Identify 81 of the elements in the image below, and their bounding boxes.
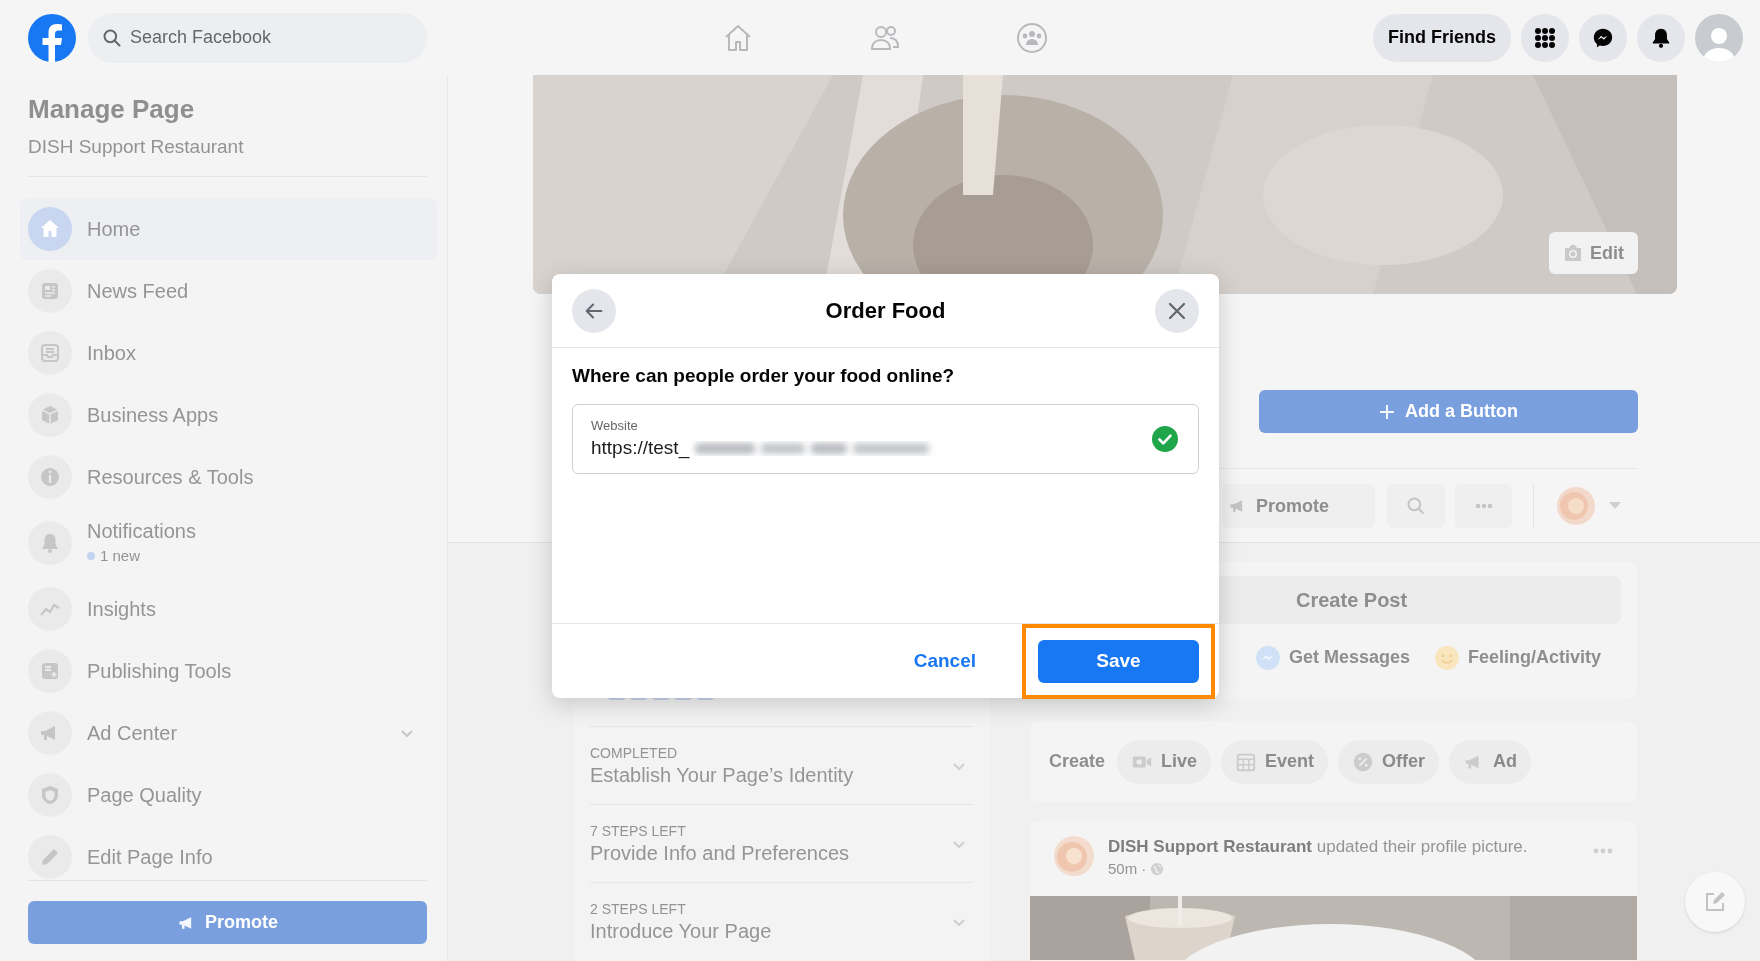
add-button[interactable]: Add a Button <box>1259 390 1638 433</box>
sidebar-item[interactable]: News Feed <box>20 260 437 322</box>
menu-button[interactable] <box>1521 13 1569 62</box>
plus-square-icon <box>28 649 72 693</box>
edit-cover-button[interactable]: Edit <box>1549 232 1638 274</box>
field-label: Website <box>591 418 639 434</box>
plus-icon <box>1379 403 1395 420</box>
promote-button[interactable]: Promote <box>1222 484 1375 528</box>
more-button[interactable] <box>1455 484 1512 528</box>
sidebar-item[interactable]: Resources & Tools <box>20 446 437 508</box>
close-icon <box>1167 300 1187 321</box>
search-field[interactable]: Search Facebook <box>88 12 427 63</box>
sidebar-item[interactable]: Publishing Tools <box>20 640 437 702</box>
sidebar-item[interactable]: Edit Page Info <box>20 826 437 880</box>
messenger-icon <box>1255 644 1281 671</box>
more-icon[interactable] <box>1593 848 1613 854</box>
megaphone-icon <box>28 711 72 755</box>
bell-icon <box>28 521 72 565</box>
promote-button[interactable]: Promote <box>28 901 427 944</box>
step-status: 2 STEPS LEFT <box>590 901 687 917</box>
more-icon <box>1474 503 1493 509</box>
percent-badge-icon <box>1352 750 1375 773</box>
post-time: 50m · <box>1108 859 1147 879</box>
create-option-button[interactable]: Event <box>1221 739 1329 784</box>
step-status: 7 STEPS LEFT <box>590 822 687 839</box>
sidebar-item[interactable]: Insights <box>20 578 437 640</box>
sidebar-item[interactable]: Notifications 1 new <box>20 508 437 578</box>
cancel-button[interactable]: Cancel <box>907 639 982 683</box>
cube-icon <box>28 393 72 437</box>
compose-button[interactable] <box>1685 872 1745 932</box>
step-title: Establish Your Page’s Identity <box>590 762 854 787</box>
newspaper-icon <box>28 269 72 313</box>
smiley-icon <box>1434 644 1461 671</box>
post-action-button[interactable]: Feeling/Activity <box>1434 644 1602 671</box>
sidebar-item[interactable]: Ad Center <box>20 702 437 764</box>
create-option-button[interactable]: Ad <box>1449 739 1532 784</box>
back-button[interactable] <box>572 288 616 333</box>
profile-button[interactable] <box>1695 13 1743 62</box>
step-title: Provide Info and Preferences <box>590 840 850 865</box>
home-icon <box>28 207 72 251</box>
grid-icon <box>1533 25 1557 50</box>
notification-count: 1 new <box>100 545 141 566</box>
bell-icon <box>1650 26 1672 49</box>
page-subtitle: DISH Support Restaurant <box>27 135 245 159</box>
logo-icon[interactable] <box>28 13 76 62</box>
messenger-button[interactable] <box>1579 13 1627 62</box>
create-label: Create <box>1049 750 1106 773</box>
camera-icon <box>1563 244 1583 262</box>
line-chart-icon <box>28 587 72 631</box>
search-icon <box>102 27 122 48</box>
search-button[interactable] <box>1387 484 1445 528</box>
post-action-button[interactable]: Get Messages <box>1255 644 1411 671</box>
field-value: https://test_ <box>591 436 690 460</box>
page-switcher[interactable] <box>1557 487 1621 525</box>
inbox-icon <box>28 331 72 375</box>
save-button[interactable]: Save <box>1038 639 1199 683</box>
post-headline: DISH Support Restaurant updated their profile picture. <box>1108 836 1528 858</box>
close-button[interactable] <box>1155 288 1199 333</box>
step-title: Introduce Your Page <box>590 919 772 943</box>
shield-icon <box>28 773 72 817</box>
dialog-question: Where can people order your food online? <box>572 364 956 388</box>
find-friends-button[interactable]: Find Friends <box>1373 13 1511 62</box>
group-icon[interactable] <box>1016 21 1048 54</box>
pencil-icon <box>28 835 72 879</box>
create-option-button[interactable]: Live <box>1117 739 1212 784</box>
create-option-button[interactable]: Offer <box>1338 739 1440 784</box>
sidebar-item[interactable]: Home <box>20 198 437 260</box>
info-icon <box>28 455 72 499</box>
sidebar-item[interactable]: Business Apps <box>20 384 437 446</box>
messenger-icon <box>1592 26 1614 49</box>
dialog-title: Order Food <box>825 297 946 325</box>
notifications-button[interactable] <box>1637 13 1685 62</box>
search-icon <box>1406 496 1426 516</box>
website-field[interactable]: Website https://test_ <box>572 404 1199 474</box>
sidebar-item[interactable]: Page Quality <box>20 764 437 826</box>
globe-icon <box>1150 862 1165 877</box>
caret-icon <box>1609 502 1621 510</box>
page-title: Manage Page <box>27 93 196 125</box>
sidebar-item[interactable]: Inbox <box>20 322 437 384</box>
step-status: COMPLETED <box>590 744 679 761</box>
compose-icon <box>1703 890 1727 914</box>
